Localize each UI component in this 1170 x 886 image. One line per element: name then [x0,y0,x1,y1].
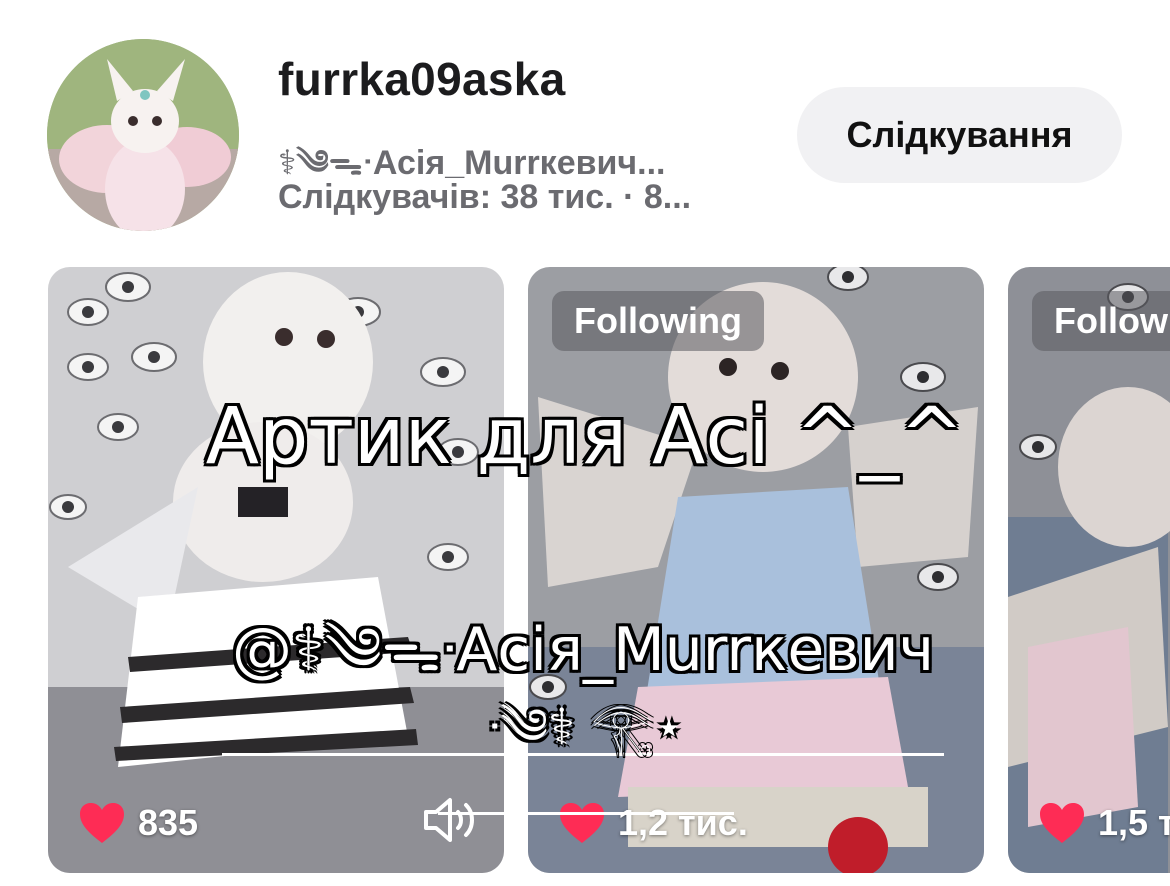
following-button[interactable]: Слідкування [797,87,1122,183]
heart-icon [1040,803,1084,843]
like-count-value: 1,5 т [1098,802,1170,843]
video-thumbnail [48,267,504,873]
overlay-decoration-text: ᐧ༄⚕︎ 𓂀⋆ [438,672,734,815]
like-count: 1,5 т [1038,801,1170,845]
following-tag: Follow [1032,291,1170,351]
video-thumbnail [1008,267,1170,873]
username: furrka09aska [278,53,566,105]
heart-icon [80,803,124,843]
following-tag: Following [552,291,764,351]
video-card[interactable]: Follow 1,5 т [1008,267,1170,873]
overlay-title-text: Артик для Асі ^_^ [0,392,1170,482]
avatar[interactable] [47,39,239,231]
like-count-value: 835 [138,802,199,843]
follower-stats[interactable]: Слідкувачів: 38 тис. · 8... [278,178,691,217]
video-card[interactable]: 835 [48,267,504,873]
avatar-image [47,39,239,231]
like-count: 835 [78,801,198,845]
profile-screen: furrka09aska ⚕︎༄ᯓᐧАсія_Murrкевич... Слід… [0,0,1170,886]
overlay-title: Артик для Асі ^_^ [205,392,965,482]
